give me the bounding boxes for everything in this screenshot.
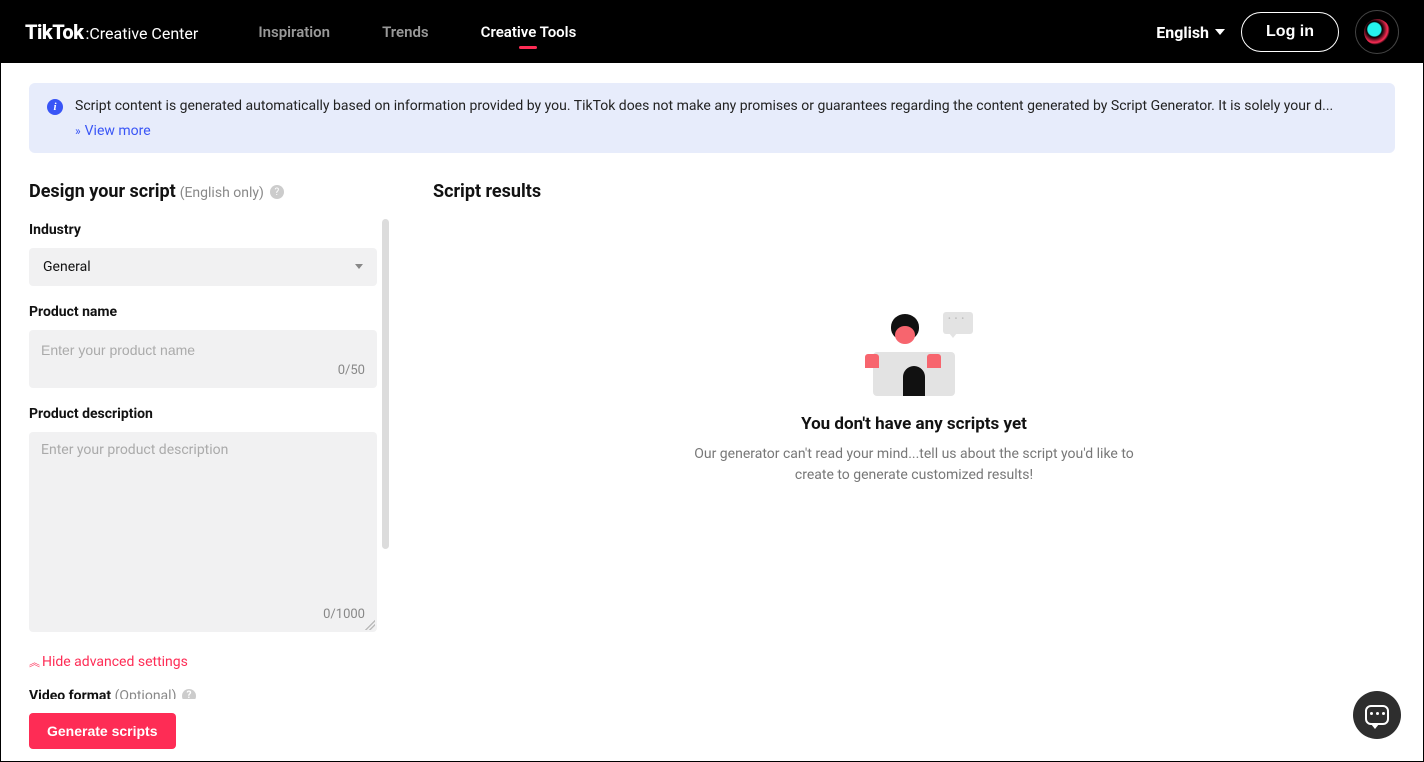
disclaimer-banner: i Script content is generated automatica… bbox=[29, 83, 1395, 153]
generate-button[interactable]: Generate scripts bbox=[29, 713, 176, 749]
nav-creative-tools[interactable]: Creative Tools bbox=[481, 3, 577, 61]
header-right: English Log in bbox=[1156, 10, 1399, 54]
main-nav: Inspiration Trends Creative Tools bbox=[258, 3, 1156, 61]
chevron-down-icon bbox=[1215, 29, 1225, 35]
help-icon[interactable]: ? bbox=[270, 185, 284, 199]
language-selector[interactable]: English bbox=[1156, 23, 1225, 42]
chevron-down-icon bbox=[355, 264, 363, 269]
nav-trends[interactable]: Trends bbox=[382, 3, 429, 61]
app-header: TikTok :Creative Center Inspiration Tren… bbox=[1, 1, 1423, 63]
chevron-double-down-icon: » bbox=[75, 124, 81, 138]
product-name-count: 0/50 bbox=[41, 363, 365, 378]
form-column: Design your script (English only) ? Indu… bbox=[29, 181, 389, 761]
avatar[interactable] bbox=[1355, 10, 1399, 54]
product-desc-input[interactable] bbox=[41, 442, 365, 603]
hide-advanced-label: Hide advanced settings bbox=[42, 654, 188, 670]
results-column: Script results You don't have any script… bbox=[389, 181, 1395, 761]
view-more-label: View more bbox=[85, 123, 151, 139]
content-area: i Script content is generated automatica… bbox=[1, 63, 1423, 761]
product-name-field[interactable]: 0/50 bbox=[29, 330, 377, 388]
avatar-icon bbox=[1364, 19, 1390, 45]
info-icon: i bbox=[47, 99, 63, 115]
logo-sub: :Creative Center bbox=[85, 24, 198, 43]
chat-fab-button[interactable] bbox=[1353, 691, 1401, 739]
optional-text: (Optional) bbox=[115, 688, 177, 699]
logo-main: TikTok bbox=[25, 20, 83, 44]
view-more-link[interactable]: » View more bbox=[75, 123, 151, 139]
product-desc-label: Product description bbox=[29, 406, 377, 422]
hide-advanced-toggle[interactable]: ︽ Hide advanced settings bbox=[29, 654, 377, 670]
scrollbar[interactable] bbox=[382, 219, 389, 549]
form-heading-row: Design your script (English only) ? bbox=[29, 181, 389, 202]
generate-area: Generate scripts bbox=[29, 699, 389, 761]
video-format-text: Video format bbox=[29, 688, 111, 699]
form-title: Design your script bbox=[29, 181, 176, 202]
product-desc-count: 0/1000 bbox=[41, 607, 365, 622]
video-format-label: Video format (Optional) ? bbox=[29, 688, 377, 699]
industry-label: Industry bbox=[29, 222, 377, 238]
industry-value: General bbox=[43, 259, 91, 275]
industry-select[interactable]: General bbox=[29, 248, 377, 286]
chat-icon bbox=[1365, 705, 1389, 725]
empty-illustration-icon bbox=[873, 312, 955, 396]
empty-title: You don't have any scripts yet bbox=[801, 414, 1027, 434]
banner-body: Script content is generated automaticall… bbox=[75, 97, 1377, 139]
results-title: Script results bbox=[433, 181, 1395, 202]
nav-inspiration[interactable]: Inspiration bbox=[258, 3, 330, 61]
empty-state: You don't have any scripts yet Our gener… bbox=[433, 312, 1395, 487]
form-title-note: (English only) bbox=[180, 185, 264, 201]
language-label: English bbox=[1156, 23, 1209, 42]
main-layout: Design your script (English only) ? Indu… bbox=[29, 181, 1395, 761]
form-scroll-area: Industry General Product name 0/50 Produ… bbox=[29, 222, 389, 699]
product-desc-field[interactable]: 0/1000 bbox=[29, 432, 377, 632]
logo[interactable]: TikTok :Creative Center bbox=[25, 20, 198, 44]
login-button[interactable]: Log in bbox=[1241, 12, 1339, 52]
banner-text: Script content is generated automaticall… bbox=[75, 97, 1377, 117]
chevron-double-up-icon: ︽ bbox=[29, 654, 40, 670]
resize-handle-icon[interactable] bbox=[365, 620, 375, 630]
product-name-label: Product name bbox=[29, 304, 377, 320]
product-name-input[interactable] bbox=[41, 342, 365, 358]
empty-description: Our generator can't read your mind...tel… bbox=[679, 444, 1149, 487]
help-icon[interactable]: ? bbox=[182, 689, 196, 699]
